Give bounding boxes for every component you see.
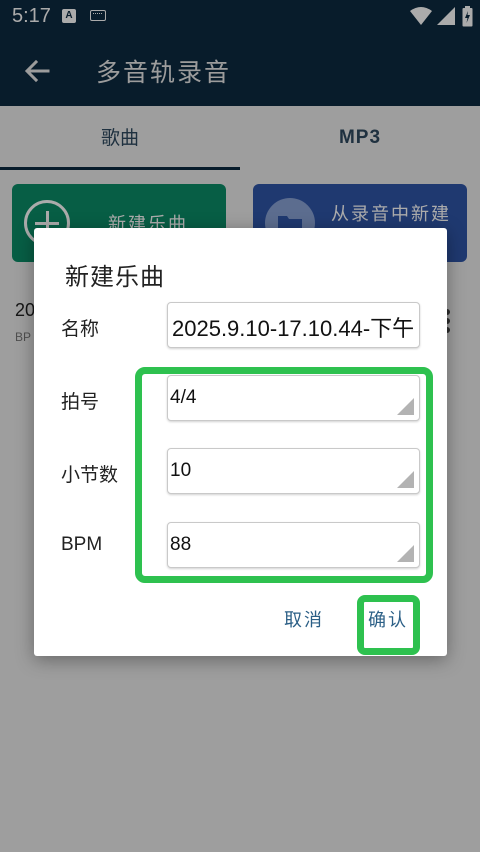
name-label: 名称: [61, 318, 100, 340]
dialog-title: 新建乐曲: [65, 263, 165, 291]
confirm-highlight-outline: [357, 595, 420, 655]
name-field[interactable]: 2025.9.10-17.10.44-下午: [167, 302, 420, 348]
time-signature-label: 拍号: [61, 391, 100, 413]
fields-highlight-outline: [135, 367, 433, 583]
cancel-button[interactable]: 取消: [284, 606, 324, 632]
bpm-label: BPM: [61, 534, 103, 555]
name-value: 2025.9.10-17.10.44-下午: [172, 316, 415, 341]
bar-count-label: 小节数: [61, 464, 119, 486]
